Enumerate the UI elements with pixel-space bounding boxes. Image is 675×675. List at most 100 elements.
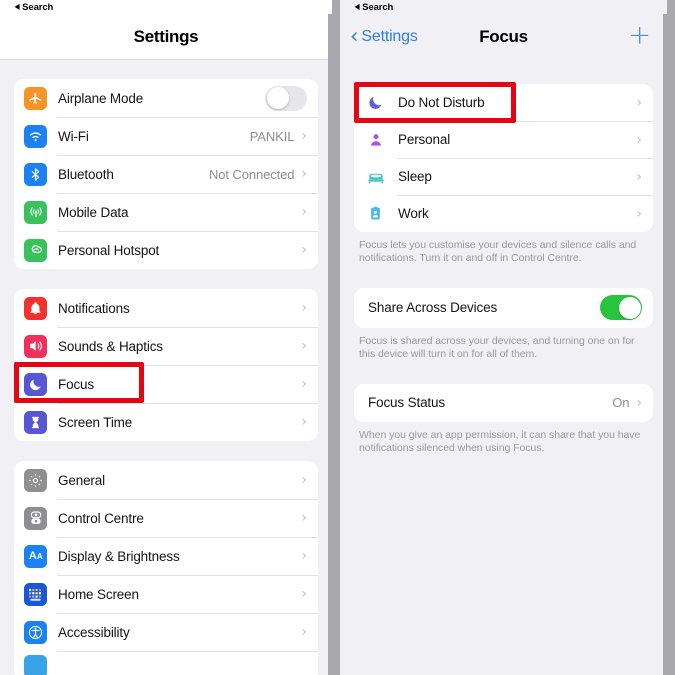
status-back-label[interactable]: Search xyxy=(362,2,393,13)
airplane-icon xyxy=(24,86,47,110)
status-bar-left: ◀ Search xyxy=(0,0,332,14)
settings-row-personal-hotspot[interactable]: Personal Hotspot › xyxy=(14,231,318,269)
status-back-chevron-icon: ◀ xyxy=(354,2,360,11)
settings-row-mobile-data[interactable]: Mobile Data › xyxy=(14,193,318,231)
chevron-right-icon: › xyxy=(636,94,642,111)
bluetooth-status-value: Not Connected xyxy=(208,166,295,182)
focus-row-sleep[interactable]: Sleep › xyxy=(354,158,653,195)
settings-row-general[interactable]: General › xyxy=(14,461,318,499)
accessibility-icon xyxy=(24,620,47,644)
status-back-chevron-icon: ◀ xyxy=(14,2,20,11)
status-back-label[interactable]: Search xyxy=(22,2,53,13)
focus-status-group: Focus Status On › xyxy=(354,383,653,422)
chevron-right-icon: › xyxy=(301,242,307,258)
wifi-icon xyxy=(24,124,47,148)
partial-icon xyxy=(24,654,47,675)
pane-right-edge xyxy=(663,0,667,675)
focus-row-label: Sleep xyxy=(398,169,432,184)
toggle-knob xyxy=(266,87,289,109)
bell-icon xyxy=(24,296,47,320)
settings-group-alerts: Notifications › Sounds & Haptics › Focus… xyxy=(14,289,318,441)
toggle-knob xyxy=(618,296,641,319)
focus-row-label: Do Not Disturb xyxy=(398,95,485,110)
chevron-right-icon: › xyxy=(636,205,642,222)
settings-row-label: Home Screen xyxy=(58,586,139,602)
settings-group-connectivity: Airplane Mode Wi-Fi PANKIL › Bluetooth N… xyxy=(14,79,318,269)
focus-row-label: Personal xyxy=(398,132,451,147)
chevron-right-icon: › xyxy=(301,338,307,354)
settings-row-label: Control Centre xyxy=(58,510,144,526)
page-title: Settings xyxy=(133,26,199,46)
settings-row-focus[interactable]: Focus › xyxy=(14,365,318,403)
page-title: Focus xyxy=(479,27,528,46)
settings-row-accessibility[interactable]: Accessibility › xyxy=(14,613,318,651)
settings-row-notifications[interactable]: Notifications › xyxy=(14,289,318,327)
bluetooth-icon xyxy=(24,162,47,186)
focus-modes-group: Do Not Disturb › Personal › Sleep › Work… xyxy=(354,84,653,232)
moon-glyph-icon xyxy=(364,91,387,114)
chevron-right-icon: › xyxy=(301,624,307,640)
chevron-right-icon: › xyxy=(301,204,307,220)
focus-row-label: Work xyxy=(398,206,429,221)
focus-status-value: On xyxy=(612,395,630,411)
add-focus-button[interactable]: + xyxy=(628,22,651,49)
settings-row-label: Mobile Data xyxy=(58,204,129,220)
settings-row-control-centre[interactable]: Control Centre › xyxy=(14,499,318,537)
settings-row-sounds-haptics[interactable]: Sounds & Haptics › xyxy=(14,327,318,365)
settings-row-label: Display & Brightness xyxy=(58,548,180,564)
share-across-devices-group: Share Across Devices xyxy=(354,287,653,328)
cellular-icon xyxy=(24,200,47,224)
settings-row-screen-time[interactable]: Screen Time › xyxy=(14,403,318,441)
settings-row-label: Screen Time xyxy=(58,414,133,430)
chevron-right-icon: › xyxy=(636,168,642,185)
bed-glyph-icon xyxy=(364,165,387,188)
focus-navbar: ‹ Settings Focus + xyxy=(340,14,667,60)
chevron-right-icon: › xyxy=(301,586,307,602)
pane-right-edge xyxy=(328,0,332,675)
focus-row-work[interactable]: Work › xyxy=(354,195,653,232)
status-bar-right: ◀ Search xyxy=(340,0,667,14)
settings-row-partial[interactable] xyxy=(14,651,318,675)
hotspot-icon xyxy=(24,238,47,262)
chevron-right-icon: › xyxy=(636,131,642,148)
focus-footnote: Focus lets you customise your devices an… xyxy=(359,239,637,265)
status-footnote: When you give an app permission, it can … xyxy=(359,428,641,455)
hourglass-icon xyxy=(24,410,47,434)
chevron-right-icon: › xyxy=(301,166,307,182)
chevron-right-icon: › xyxy=(301,128,307,144)
settings-row-wifi[interactable]: Wi-Fi PANKIL › xyxy=(14,117,318,155)
settings-row-home-screen[interactable]: Home Screen › xyxy=(14,575,318,613)
focus-row-do-not-disturb[interactable]: Do Not Disturb › xyxy=(354,84,653,121)
airplane-mode-toggle[interactable] xyxy=(265,85,307,111)
settings-row-airplane-mode[interactable]: Airplane Mode xyxy=(14,79,318,117)
back-to-settings-button[interactable]: ‹ Settings xyxy=(350,23,418,48)
focus-scroll-body[interactable]: Do Not Disturb › Personal › Sleep › Work… xyxy=(340,60,667,675)
gear-icon xyxy=(24,468,47,492)
settings-scroll-body[interactable]: Airplane Mode Wi-Fi PANKIL › Bluetooth N… xyxy=(0,60,332,675)
settings-row-label: Focus xyxy=(58,376,95,392)
focus-screen: ◀ Search ‹ Settings Focus + Do Not Distu… xyxy=(340,0,667,675)
settings-row-display-brightness[interactable]: AA Display & Brightness › xyxy=(14,537,318,575)
settings-row-bluetooth[interactable]: Bluetooth Not Connected › xyxy=(14,155,318,193)
chevron-right-icon: › xyxy=(301,510,307,526)
settings-navbar: Settings xyxy=(0,14,332,60)
share-across-devices-toggle[interactable] xyxy=(600,295,642,321)
focus-status-row[interactable]: Focus Status On › xyxy=(354,383,653,422)
screenshot-root: ◀ Search Settings Airplane Mode Wi-Fi PA… xyxy=(0,0,675,675)
chevron-right-icon: › xyxy=(636,394,642,411)
focus-row-personal[interactable]: Personal › xyxy=(354,121,653,158)
share-across-devices-row[interactable]: Share Across Devices xyxy=(354,287,653,328)
settings-row-label: Personal Hotspot xyxy=(58,242,160,258)
settings-row-label: General xyxy=(58,472,105,488)
settings-row-label: Bluetooth xyxy=(58,166,114,182)
person-glyph-icon xyxy=(364,128,387,151)
share-across-devices-label: Share Across Devices xyxy=(368,300,498,316)
home-screen-icon xyxy=(24,582,47,606)
wifi-network-value: PANKIL xyxy=(249,128,295,144)
display-brightness-icon: AA xyxy=(24,544,47,568)
settings-row-label: Notifications xyxy=(58,300,130,316)
control-centre-icon xyxy=(24,506,47,530)
chevron-right-icon: › xyxy=(301,300,307,316)
settings-row-label: Sounds & Haptics xyxy=(58,338,163,354)
chevron-left-icon: ‹ xyxy=(350,23,359,48)
